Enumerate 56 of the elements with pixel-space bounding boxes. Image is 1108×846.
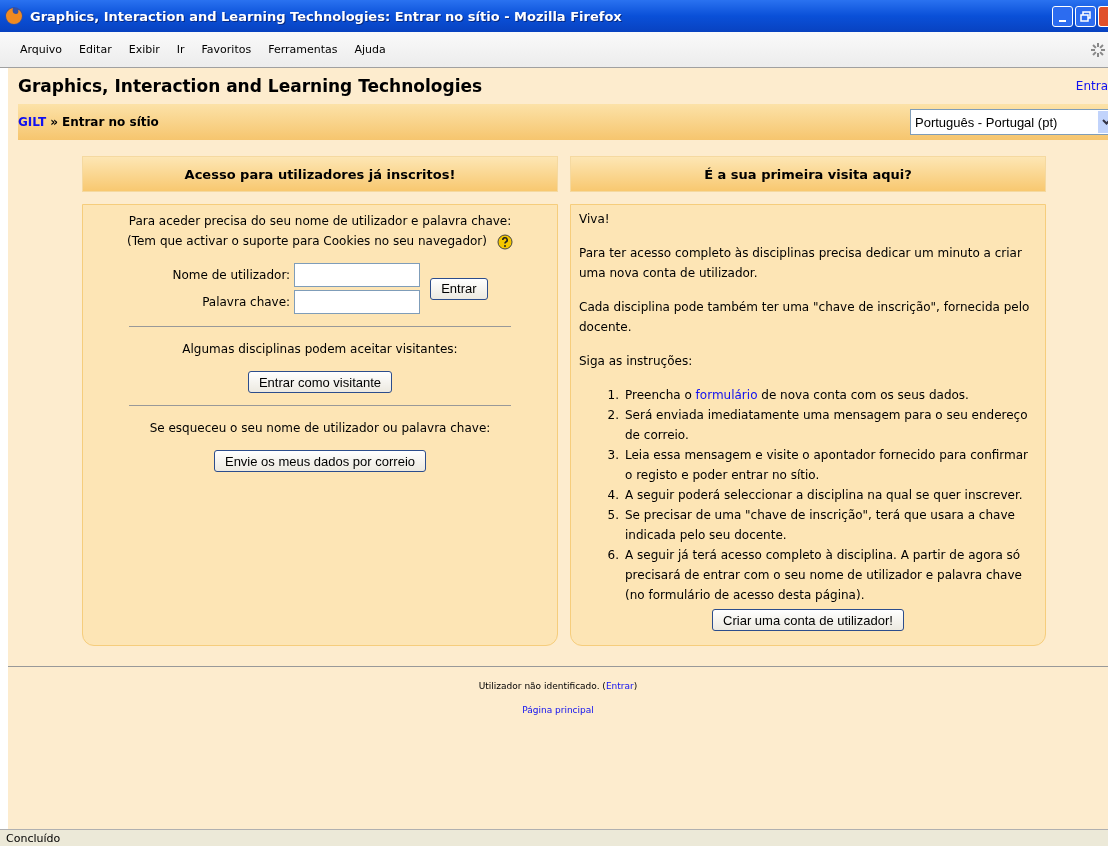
minimize-button[interactable]: [1052, 6, 1073, 27]
step-number: 3.: [606, 447, 620, 464]
field-label: Nome de utilizador:: [172, 267, 291, 284]
forgot-text: Se esqueceu o seu nome de utilizador ou palavra chave:: [148, 420, 492, 437]
field-label: Palavra chave:: [201, 294, 291, 311]
instruction-step: Leia essa mensagem e visite o apontador fornecido para confirmar o registo e poder entrar no sítio.: [625, 445, 1037, 485]
info-paragraph: Siga as instruções:: [579, 353, 694, 370]
close-button[interactable]: [1098, 6, 1108, 27]
loading-spinner-icon: [1090, 41, 1106, 58]
breadcrumb-current: Entrar no sítio: [61, 115, 159, 129]
menu-item[interactable]: Exibir: [128, 43, 160, 56]
info-paragraph: Cada disciplina pode também ter uma "chave de inscrição", fornecida pelo docente.: [579, 299, 1031, 336]
step-number: 4.: [606, 487, 620, 504]
login-link[interactable]: Entra: [1075, 79, 1108, 93]
breadcrumb-separator: »: [50, 115, 58, 129]
menu-item[interactable]: Ajuda: [354, 43, 386, 56]
create-account-button[interactable]: Criar uma conta de utilizador!: [712, 609, 904, 631]
menu-item[interactable]: Favoritos: [201, 43, 252, 56]
instruction-step: A seguir já terá acesso completo à disciplina. A partir de agora só precisará de entrar com o seu nome de utilizador e palavra chave (no formulário de acesso desta página).: [625, 545, 1037, 605]
form-link[interactable]: formulário: [695, 388, 758, 402]
guest-login-button[interactable]: Entrar como visitante: [247, 371, 393, 393]
step-number: 2.: [606, 407, 620, 424]
instruction-step: Preencha o formulário de nova conta com os seus dados.: [625, 385, 1037, 405]
window-title: Graphics, Interaction and Learning Technologies: Entrar no sítio - Mozilla Firefox: [30, 8, 623, 24]
instruction-step: Será enviada imediatamente uma mensagem para o seu endereço de correio.: [625, 405, 1037, 445]
panel-heading: É a sua primeira visita aqui?: [570, 156, 1046, 192]
language-select[interactable]: Português - Portugal (pt): [910, 109, 1108, 135]
help-icon[interactable]: [496, 233, 513, 250]
restore-icon: [1080, 11, 1091, 22]
send-details-button[interactable]: Envie os meus dados por correio: [213, 450, 426, 472]
panel-heading: Acesso para utilizadores já inscritos!: [82, 156, 558, 192]
step-number: 1.: [606, 387, 620, 404]
login-link[interactable]: Entrar: [605, 681, 634, 691]
guest-text: Algumas disciplinas podem aceitar visitantes:: [181, 341, 459, 358]
login-status: Utilizador não identificado. (Entrar): [477, 681, 639, 691]
menu-item[interactable]: Ferramentas: [268, 43, 338, 56]
home-link[interactable]: Página principal: [522, 705, 594, 715]
instruction-step: A seguir poderá seleccionar a disciplina na qual se quer inscrever.: [625, 485, 1037, 505]
login-instructions: Para aceder precisa do seu nome de utilizador e palavra chave:: [127, 213, 513, 230]
username-field[interactable]: [294, 263, 421, 287]
info-paragraph: Viva!: [579, 211, 611, 228]
info-paragraph: Para ter acesso completo às disciplinas precisa dedicar um minuto a criar uma nova conta de utilizador.: [579, 245, 1023, 282]
restore-button[interactable]: [1075, 6, 1096, 27]
breadcrumb-link[interactable]: GILT: [18, 115, 47, 129]
menu-item[interactable]: Ir: [176, 43, 185, 56]
login-button[interactable]: Entrar: [430, 277, 488, 300]
cookies-note: (Tem que activar o suporte para Cookies no seu navegador): [127, 234, 487, 248]
instruction-step: Se precisar de uma "chave de inscrição", terá que usara a chave indicada pelo seu docente.: [625, 505, 1037, 545]
site-title: Graphics, Interaction and Learning Technologies: [18, 76, 484, 96]
menu-item[interactable]: Arquivo: [20, 43, 63, 56]
step-number: 5.: [606, 507, 620, 524]
password-field[interactable]: [294, 290, 421, 314]
menu-item[interactable]: Editar: [79, 43, 112, 56]
step-number: 6.: [606, 547, 620, 564]
status-text: Concluído: [0, 829, 1108, 846]
minimize-icon: [1059, 19, 1066, 22]
